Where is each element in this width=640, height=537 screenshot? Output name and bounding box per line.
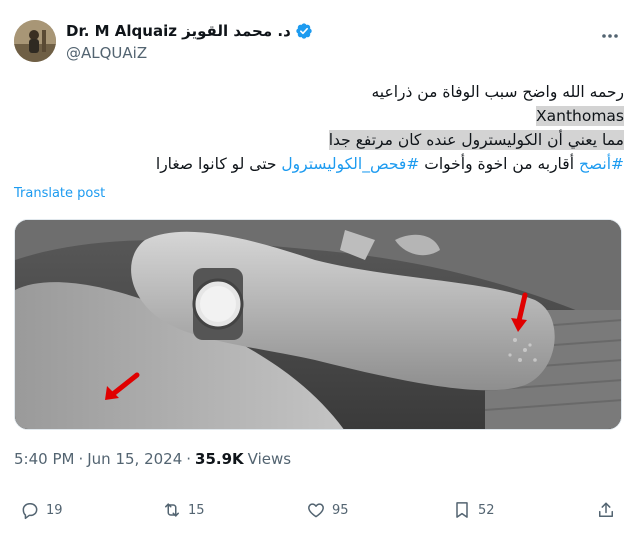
like-count: 95 bbox=[332, 502, 349, 518]
meta-separator: · bbox=[186, 450, 192, 468]
repost-icon bbox=[165, 503, 179, 517]
bookmark-count: 52 bbox=[478, 502, 495, 518]
highlighted-text: مما يعني أن الكوليسترول عنده كان مرتفع ج… bbox=[328, 130, 624, 150]
share-button[interactable] bbox=[596, 500, 616, 520]
post-line-1: رحمه الله واضح سبب الوفاة من ذراعيه bbox=[371, 83, 624, 101]
hashtag-link[interactable]: #أنصح bbox=[579, 155, 624, 173]
translate-post-link[interactable]: Translate post bbox=[14, 186, 105, 201]
post-date[interactable]: Jun 15, 2024 bbox=[87, 450, 182, 468]
post-meta: 5:40 PM · Jun 15, 2024 · 35.9K Views bbox=[14, 450, 291, 468]
repost-count: 15 bbox=[188, 502, 205, 518]
post-text-segment: أقاربه من اخوة وأخوات bbox=[419, 155, 579, 173]
post-text-segment: حتى لو كانوا صغارا bbox=[155, 155, 282, 173]
views-label: Views bbox=[247, 450, 292, 468]
more-options-icon[interactable] bbox=[598, 24, 622, 48]
share-icon bbox=[599, 502, 613, 517]
author-display-name[interactable]: Dr. M Alquaiz د. محمد القويز bbox=[66, 22, 291, 40]
views-count: 35.9K bbox=[195, 450, 244, 468]
post-line-2: Xanthomas bbox=[24, 104, 624, 128]
post-header: Dr. M Alquaiz د. محمد القويز @ALQUAiZ bbox=[14, 14, 626, 66]
like-icon bbox=[308, 503, 324, 518]
like-button[interactable]: 95 bbox=[306, 500, 349, 520]
reply-count: 19 bbox=[46, 502, 63, 518]
post-line-3: مما يعني أن الكوليسترول عنده كان مرتفع ج… bbox=[24, 128, 624, 152]
post-time[interactable]: 5:40 PM bbox=[14, 450, 74, 468]
reply-icon bbox=[22, 503, 38, 520]
post-line-4: #أنصح أقاربه من اخوة وأخوات #فحص_الكوليس… bbox=[24, 152, 624, 176]
arm-photo bbox=[15, 220, 621, 429]
highlighted-text: Xanthomas bbox=[536, 106, 624, 126]
post-image[interactable] bbox=[14, 219, 622, 430]
meta-separator: · bbox=[78, 450, 84, 468]
repost-button[interactable]: 15 bbox=[162, 500, 205, 520]
author-name-row[interactable]: Dr. M Alquaiz د. محمد القويز bbox=[66, 22, 313, 40]
bookmark-icon bbox=[456, 502, 468, 518]
hashtag-link[interactable]: #فحص_الكوليسترول bbox=[281, 155, 419, 173]
bookmark-button[interactable]: 52 bbox=[452, 500, 495, 520]
author-handle[interactable]: @ALQUAiZ bbox=[66, 44, 147, 62]
action-bar: 19 15 95 52 bbox=[14, 500, 626, 526]
verified-badge-icon bbox=[296, 23, 312, 39]
reply-button[interactable]: 19 bbox=[20, 500, 63, 520]
avatar[interactable] bbox=[14, 20, 56, 62]
post-text: رحمه الله واضح سبب الوفاة من ذراعيه Xant… bbox=[24, 80, 624, 176]
